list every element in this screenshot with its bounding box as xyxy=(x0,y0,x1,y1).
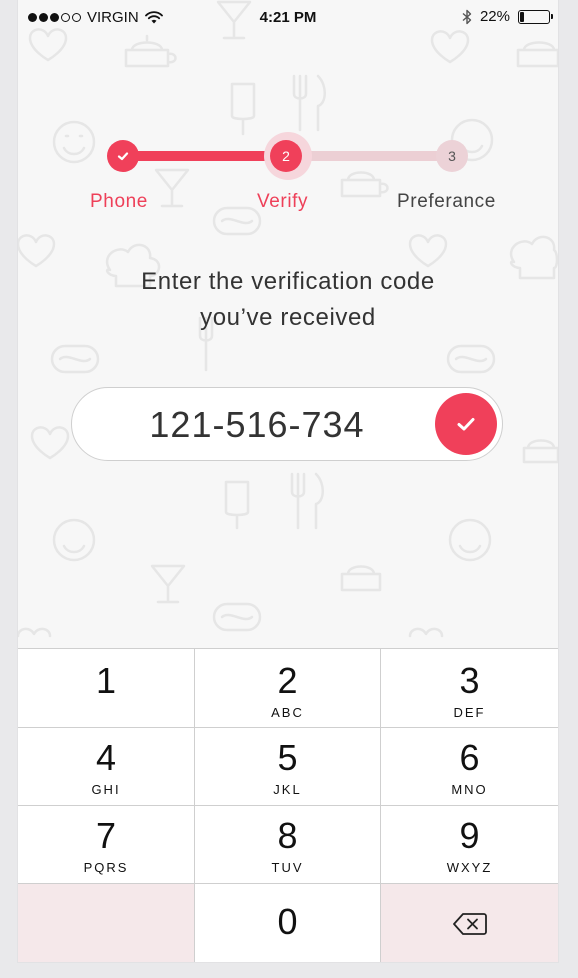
key-number: 3 xyxy=(459,660,480,701)
check-icon xyxy=(117,152,129,161)
cocktail-doodle-icon xyxy=(150,564,186,604)
key-blank xyxy=(18,884,195,962)
step-preferance-label: Preferance xyxy=(397,191,496,212)
progress-stepper: 2 3 Phone Verify Preferance xyxy=(18,0,558,230)
check-icon xyxy=(457,418,475,431)
step-verify-label: Verify xyxy=(257,191,309,212)
hotdog-doodle-icon xyxy=(212,602,262,632)
smiley-doodle-icon xyxy=(52,518,96,562)
phone-screen: VIRGIN 4:21 PM 22% 2 3 Phone Verify Pref… xyxy=(18,0,558,962)
confirm-code-button[interactable] xyxy=(435,393,497,455)
key-letters: GHI xyxy=(91,782,121,797)
heart-doodle-icon xyxy=(408,627,444,638)
key-letters: JKL xyxy=(273,782,302,797)
teapot-doodle-icon xyxy=(340,565,382,592)
key-number: 9 xyxy=(459,815,480,856)
backspace-icon xyxy=(452,913,487,935)
key-number: 6 xyxy=(459,737,480,778)
hotdog-doodle-icon xyxy=(446,344,496,374)
step-verify-indicator[interactable]: 2 xyxy=(270,140,302,172)
verification-heading: Enter the verification code you’ve recei… xyxy=(18,264,558,336)
key-8[interactable]: 8 TUV xyxy=(195,806,381,884)
verification-code-field[interactable]: 121-516-734 xyxy=(71,387,503,461)
key-1[interactable]: 1 xyxy=(18,649,195,728)
heart-doodle-icon xyxy=(30,426,70,460)
step-phone-indicator[interactable] xyxy=(107,140,139,172)
numeric-keypad: 1 2 ABC 3 DEF 4 GHI 5 JKL 6 MNO 7 PQRS 8… xyxy=(18,648,558,962)
key-number: 1 xyxy=(95,660,117,701)
heart-doodle-icon xyxy=(408,234,448,268)
key-number: 2 xyxy=(277,660,298,701)
key-number: 0 xyxy=(277,901,298,942)
key-9[interactable]: 9 WXYZ xyxy=(381,806,558,884)
key-7[interactable]: 7 PQRS xyxy=(18,806,195,884)
heart-doodle-icon xyxy=(18,627,52,638)
key-2[interactable]: 2 ABC xyxy=(195,649,381,728)
key-number: 5 xyxy=(277,737,298,778)
stepper-track-remaining xyxy=(288,151,458,161)
verification-code-value[interactable]: 121-516-734 xyxy=(72,388,442,462)
key-letters: ABC xyxy=(271,705,304,720)
key-number: 4 xyxy=(95,737,117,778)
teapot-doodle-icon xyxy=(522,439,558,464)
key-0[interactable]: 0 xyxy=(195,884,381,962)
key-6[interactable]: 6 MNO xyxy=(381,728,558,806)
smiley-doodle-icon xyxy=(448,518,492,562)
key-number: 8 xyxy=(277,815,298,856)
key-4[interactable]: 4 GHI xyxy=(18,728,195,806)
key-letters: TUV xyxy=(271,860,304,875)
hotdog-doodle-icon xyxy=(50,344,100,374)
key-number: 7 xyxy=(95,815,117,856)
step-phone-label: Phone xyxy=(90,191,148,212)
heading-line-1: Enter the verification code xyxy=(141,268,435,295)
cutlery-doodle-icon xyxy=(290,472,324,530)
popsicle-doodle-icon xyxy=(224,480,250,530)
key-letters: PQRS xyxy=(83,860,129,875)
key-letters: DEF xyxy=(453,705,486,720)
delete-key[interactable] xyxy=(381,884,558,962)
key-5[interactable]: 5 JKL xyxy=(195,728,381,806)
key-letters: WXYZ xyxy=(446,860,493,875)
key-letters: MNO xyxy=(451,782,488,797)
step-preferance-indicator[interactable]: 3 xyxy=(436,140,468,172)
heart-doodle-icon xyxy=(18,234,56,268)
key-3[interactable]: 3 DEF xyxy=(381,649,558,728)
heading-line-2: you’ve received xyxy=(200,304,376,331)
